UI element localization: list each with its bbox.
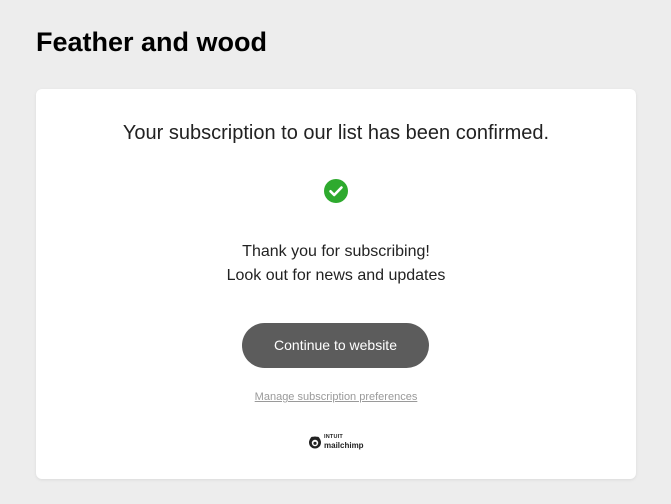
mailchimp-wordmark: INTUIT mailchimp xyxy=(324,434,364,450)
logo-intuit-text: INTUIT xyxy=(324,434,343,440)
logo-mailchimp-text: mailchimp xyxy=(324,441,364,450)
manage-subscription-link[interactable]: Manage subscription preferences xyxy=(36,390,636,404)
confirmation-card: Your subscription to our list has been c… xyxy=(36,89,636,479)
mailchimp-logo-icon xyxy=(309,436,321,449)
confirmation-heading: Your subscription to our list has been c… xyxy=(122,122,550,144)
updates-line: Look out for news and updates xyxy=(226,267,446,284)
check-circle-icon xyxy=(324,179,348,203)
continue-to-website-button[interactable]: Continue to website xyxy=(242,323,429,368)
site-title: Feather and wood xyxy=(36,27,268,57)
mailchimp-logo[interactable]: INTUIT mailchimp xyxy=(308,433,364,451)
thank-you-line: Thank you for subscribing! xyxy=(242,243,430,260)
thank-you-message: Thank you for subscribing! Look out for … xyxy=(36,240,636,288)
